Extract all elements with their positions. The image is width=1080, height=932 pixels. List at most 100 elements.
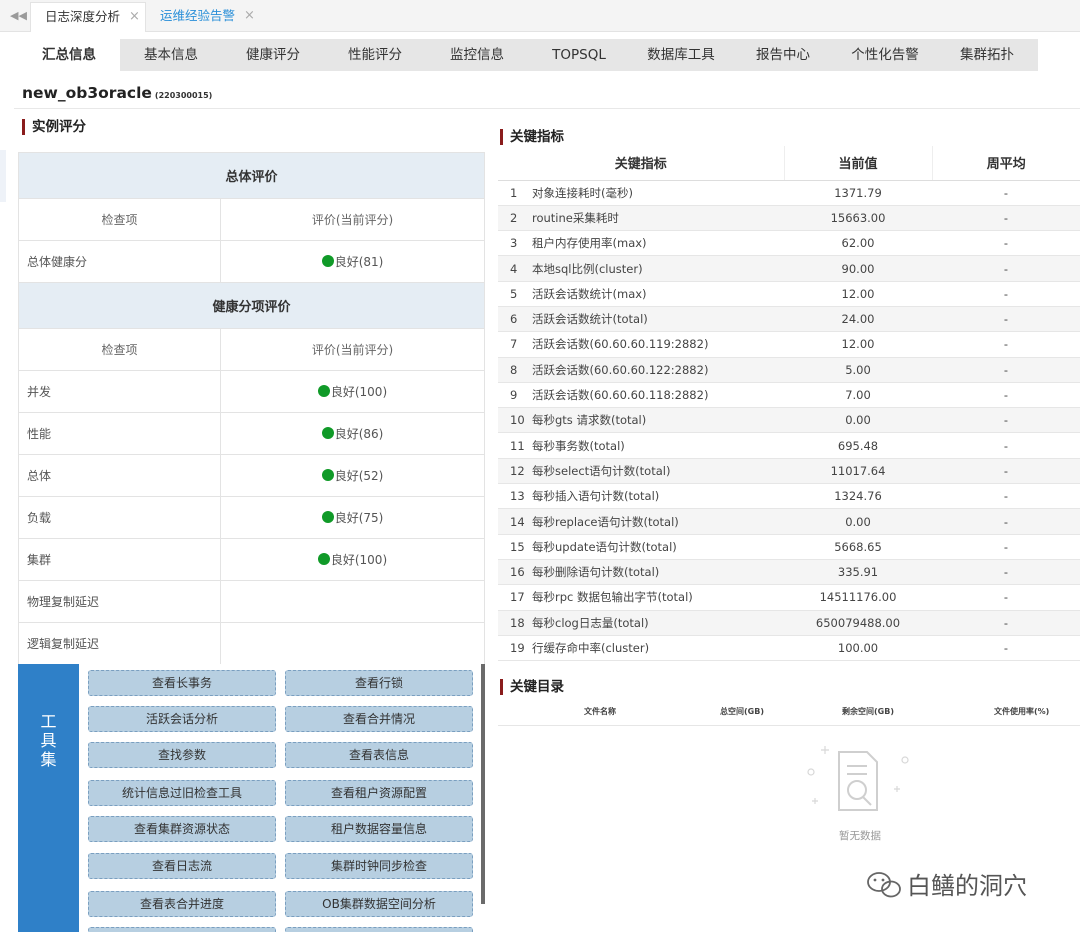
metric-weekly-avg: - — [932, 483, 1080, 510]
tab-report-center[interactable]: 报告中心 — [732, 39, 834, 71]
metrics-table: 关键指标 当前值 周平均 1 对象连接耗时(毫秒) 1371.79-2 routine… — [498, 146, 1080, 662]
tab-health-score[interactable]: 健康评分 — [222, 39, 324, 71]
tenant-resource-button[interactable]: 查看租户资源配置 — [285, 780, 473, 806]
metric-name: 活跃会话数(60.60.60.119:2882) — [532, 337, 709, 352]
metric-name: 每秒replace语句计数(total) — [532, 514, 679, 529]
metric-value: 62.00 — [784, 230, 932, 257]
metric-weekly-avg: - — [932, 635, 1080, 662]
row-lock-button[interactable]: 查看行锁 — [285, 670, 473, 696]
metric-weekly-avg: - — [932, 407, 1080, 434]
col-weekly-avg: 周平均 — [932, 146, 1080, 181]
merge-progress-button[interactable]: 查看表合并进度 — [88, 891, 276, 917]
metric-name-cell: 13 每秒插入语句计数(total) — [498, 483, 784, 510]
metric-weekly-avg: - — [932, 610, 1080, 636]
long-transaction-button[interactable]: 查看长事务 — [88, 670, 276, 696]
col-current: 当前值 — [784, 146, 933, 181]
clock-sync-button[interactable]: 集群时钟同步检查 — [285, 853, 473, 879]
metric-value: 650079488.00 — [784, 610, 932, 636]
cluster-resource-button[interactable]: 查看集群资源状态 — [88, 816, 276, 842]
merge-status-button[interactable]: 查看合并情况 — [285, 706, 473, 732]
metric-name-cell: 17 每秒rpc 数据包输出字节(total) — [498, 584, 784, 611]
metric-weekly-avg: - — [932, 559, 1080, 586]
tenant-capacity-button[interactable]: 租户数据容量信息 — [285, 816, 473, 842]
row-value: 良好(100) — [330, 553, 388, 567]
row-value — [219, 580, 486, 623]
metric-value: 335.91 — [784, 559, 932, 586]
active-session-button[interactable]: 活跃会话分析 — [88, 706, 276, 732]
tab-topsql[interactable]: TOPSQL — [528, 39, 630, 71]
tab-basic-info[interactable]: 基本信息 — [120, 39, 222, 71]
row-index: 6 — [510, 312, 518, 327]
table-row: 3 租户内存使用率(max) 62.00- — [498, 230, 1080, 257]
metric-name-cell: 5 活跃会话数统计(max) — [498, 281, 784, 307]
metric-weekly-avg: - — [932, 458, 1080, 485]
status-good-icon — [321, 469, 334, 481]
table-row: 18 每秒clog日志量(total) 650079488.00- — [498, 610, 1080, 636]
main-nav: 汇总信息 基本信息 健康评分 性能评分 监控信息 TOPSQL 数据库工具 报告… — [0, 32, 1080, 76]
tab-summary[interactable]: 汇总信息 — [18, 39, 120, 71]
more-tool-button[interactable] — [88, 927, 276, 932]
page-tab-ops-alert[interactable]: 运维经验告警 × — [146, 2, 266, 32]
table-row: 逻辑复制延迟 — [18, 622, 486, 665]
col-item: 检查项 — [18, 328, 221, 371]
metric-name-cell: 14 每秒replace语句计数(total) — [498, 508, 784, 535]
metric-weekly-avg: - — [932, 306, 1080, 333]
metric-weekly-avg: - — [932, 508, 1080, 535]
scroll-left-icon[interactable]: ◀◀ — [10, 9, 27, 22]
tab-performance-score[interactable]: 性能评分 — [324, 39, 426, 71]
metric-value: 12.00 — [784, 331, 932, 358]
metric-name-cell: 10 每秒gts 请求数(total) — [498, 407, 784, 434]
col-eval: 评价(当前评分) — [219, 328, 486, 371]
metric-name-cell: 6 活跃会话数统计(total) — [498, 306, 784, 333]
table-info-button[interactable]: 查看表信息 — [285, 742, 473, 768]
status-good-icon — [321, 255, 334, 267]
metric-name: 每秒update语句计数(total) — [532, 539, 677, 554]
metric-name: 每秒clog日志量(total) — [532, 615, 649, 630]
metric-value: 11017.64 — [784, 458, 932, 485]
table-row: 集群 良好(100) — [18, 538, 486, 581]
find-parameter-button[interactable]: 查找参数 — [88, 742, 276, 768]
metric-name-cell: 15 每秒update语句计数(total) — [498, 534, 784, 560]
table-row: 4 本地sql比例(cluster) 90.00- — [498, 255, 1080, 282]
metric-value: 1324.76 — [784, 483, 932, 510]
overall-header: 总体评价 — [17, 152, 486, 199]
row-index: 17 — [510, 590, 525, 605]
col-total-space: 总空间(GB) — [720, 707, 764, 716]
empty-data-icon — [807, 746, 909, 811]
row-name: 集群 — [18, 538, 221, 581]
metric-name: 行缓存命中率(cluster) — [532, 640, 650, 655]
metric-weekly-avg: - — [932, 357, 1080, 383]
close-icon[interactable]: × — [244, 2, 255, 30]
table-row: 14 每秒replace语句计数(total) 0.00- — [498, 508, 1080, 535]
tab-cluster-topology[interactable]: 集群拓扑 — [936, 39, 1038, 71]
metric-name-cell: 8 活跃会话数(60.60.60.122:2882) — [498, 357, 784, 383]
tab-db-tools[interactable]: 数据库工具 — [630, 39, 732, 71]
log-stream-button[interactable]: 查看日志流 — [88, 853, 276, 879]
scrollbar[interactable] — [481, 664, 485, 904]
space-analysis-button[interactable]: OB集群数据空间分析 — [285, 891, 473, 917]
table-row: 11 每秒事务数(total) 695.48- — [498, 432, 1080, 459]
row-name: 性能 — [18, 412, 221, 455]
stale-stats-button[interactable]: 统计信息过旧检查工具 — [88, 780, 276, 806]
more-tool-button[interactable] — [285, 927, 473, 932]
metric-name-cell: 1 对象连接耗时(毫秒) — [498, 180, 784, 206]
row-index: 3 — [510, 236, 518, 251]
table-row: 总体健康分 良好(81) — [18, 240, 486, 283]
metric-name-cell: 16 每秒删除语句计数(total) — [498, 559, 784, 586]
table-row: 17 每秒rpc 数据包输出字节(total) 14511176.00- — [498, 584, 1080, 611]
close-icon[interactable]: × — [129, 3, 140, 31]
table-row: 1 对象连接耗时(毫秒) 1371.79- — [498, 180, 1080, 206]
tab-monitor[interactable]: 监控信息 — [426, 39, 528, 71]
metric-name-cell: 3 租户内存使用率(max) — [498, 230, 784, 257]
page-tab-log-analysis[interactable]: 日志深度分析 × — [30, 2, 146, 32]
metric-value: 90.00 — [784, 255, 932, 282]
metric-name: 每秒select语句计数(total) — [532, 463, 671, 478]
tab-custom-alert[interactable]: 个性化告警 — [834, 39, 936, 71]
metric-name: 每秒删除语句计数(total) — [532, 565, 660, 580]
col-file-name: 文件名称 — [584, 707, 616, 716]
row-index: 5 — [510, 286, 518, 301]
col-item: 检查项 — [18, 198, 221, 241]
metric-value: 24.00 — [784, 306, 932, 333]
row-index: 13 — [510, 489, 525, 504]
row-name: 逻辑复制延迟 — [18, 622, 221, 665]
